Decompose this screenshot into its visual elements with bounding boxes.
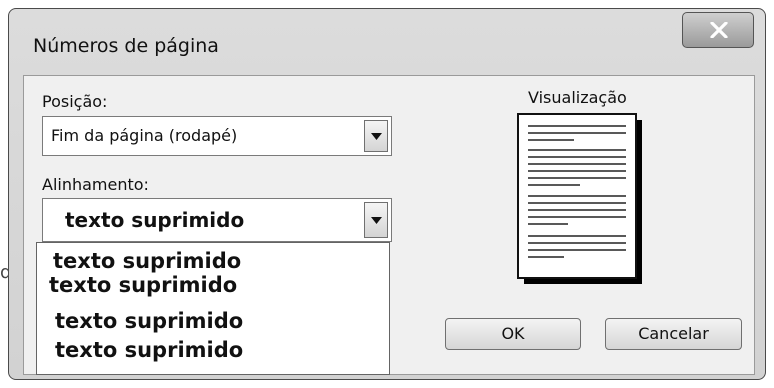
chevron-down-icon [371,217,382,224]
position-combobox[interactable]: Fim da página (rodapé) [42,116,392,156]
list-item[interactable]: texto suprimido [53,249,241,273]
alignment-dropdown-list: texto suprimido texto suprimido texto su… [36,242,390,375]
dialog-title: Números de página [33,35,219,57]
preview-label: Visualização [528,88,627,107]
alignment-label: Alinhamento: [42,175,149,194]
alignment-value: texto suprimido [65,208,245,232]
page-preview [517,113,642,284]
chevron-down-icon [371,133,382,140]
list-item[interactable]: texto suprimido [55,309,243,333]
ok-button[interactable]: OK [445,318,581,350]
alignment-dropdown-button[interactable] [364,202,388,238]
position-label: Posição: [42,92,108,111]
close-button[interactable] [682,12,754,48]
position-value: Fim da página (rodapé) [51,126,238,145]
alignment-combobox[interactable]: texto suprimido [42,198,392,242]
list-item[interactable]: texto suprimido [55,338,243,362]
cancel-button[interactable]: Cancelar [605,318,742,350]
close-icon [710,22,728,38]
position-dropdown-button[interactable] [364,120,388,152]
list-item[interactable]: texto suprimido [49,273,237,297]
